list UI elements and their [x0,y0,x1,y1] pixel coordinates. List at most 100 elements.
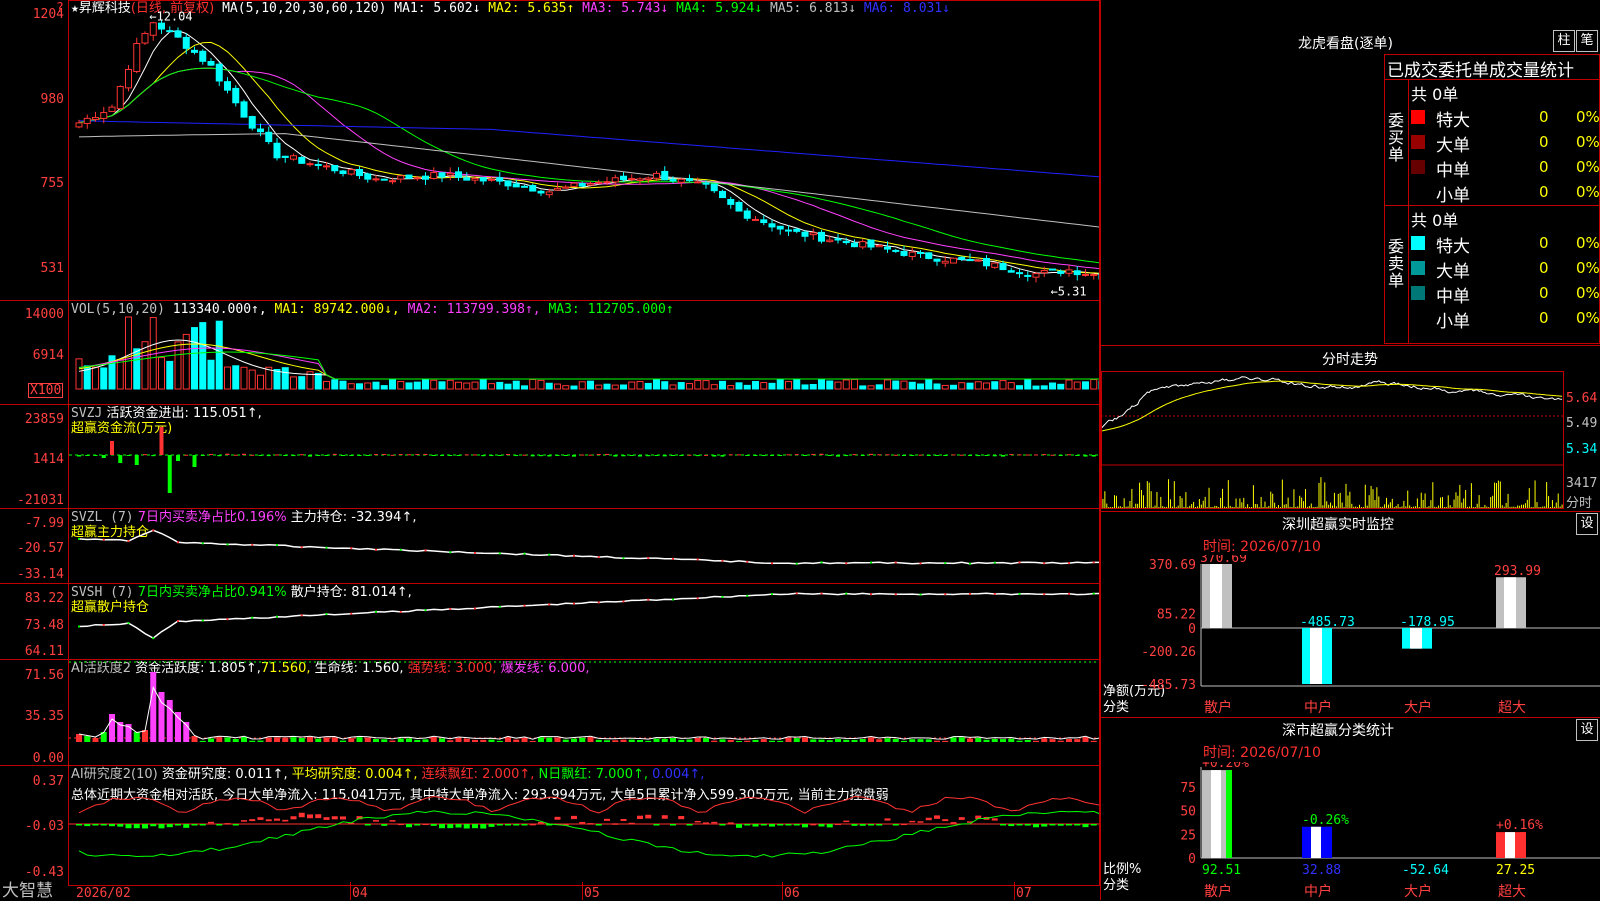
research-bar [513,824,520,826]
ai1-chart[interactable] [69,660,1099,765]
volume-bar [413,381,421,390]
candle-body [446,172,454,176]
research-bar [661,815,668,819]
research-bar [777,824,784,826]
candle-body [545,191,553,196]
bar-mode-button[interactable]: 柱 [1553,30,1575,52]
holding-dot [177,620,179,622]
activity-bar [785,737,792,742]
activity-bar [983,739,990,742]
volume-bar [339,380,347,390]
activity-bar [389,740,396,742]
y-label-ai2: 0.37 [32,774,64,789]
research-bar [340,816,346,820]
holding-dot [597,601,600,604]
sz-monitor-settings-button[interactable]: 设 [1576,513,1598,535]
brand-logo: 大智慧 [2,881,53,901]
flow-bar [704,454,708,456]
candle-body [191,49,198,53]
volume-bar [100,367,108,390]
candle-body [314,163,322,166]
candle-body [331,164,339,172]
y-label-ai2: -0.03 [24,819,64,834]
svzl-chart[interactable] [69,509,1099,583]
activity-bar [241,737,247,742]
flow-bar [935,455,939,456]
research-bar [249,819,256,822]
research-bar [158,824,165,829]
activity-bar [769,740,775,742]
volume-bar [892,380,900,390]
activity-bar [587,737,594,742]
buy-row-count: 0 [1539,183,1549,201]
research-bar [785,824,792,826]
candle-body [1082,273,1089,276]
candle-body [999,262,1007,271]
holding-dot [870,561,872,564]
flow-bar [629,455,634,456]
y-tick-label: -200.26 [1141,645,1196,660]
sz-class-chart[interactable]: 75 50 25 0 +0.20% 92.51 散户 -0.26% 32.88 中户 -52.64 大… [1101,762,1600,900]
flow-bar [291,455,296,457]
flow-bar [431,455,436,456]
class-bar-highlight [1211,770,1221,858]
research-bar [736,824,742,828]
holding-dot [201,619,204,622]
candle-body [991,262,999,268]
research-bar [744,824,751,826]
activity-bar [208,738,214,742]
volume-ma-line [78,347,1099,380]
volume-bar [405,382,413,390]
candle-body [496,177,504,182]
candlestick-chart[interactable]: ←12.04 ←5.31 [69,0,1099,300]
volume-bar [859,385,867,390]
flow-bar [365,455,370,457]
candle-body [347,169,355,175]
candle-body [785,229,792,232]
candle-body [900,251,908,256]
activity-bar [637,739,643,742]
flow-bar [745,455,750,456]
legend-swatch [1411,160,1425,174]
research-bar [166,824,173,828]
holding-dot [276,544,278,547]
lhb-tabs[interactable]: 已成交委托单成交量统计 [1387,56,1574,81]
holding-dot [226,543,229,546]
sz-monitor-chart[interactable]: 370.69 85.220 -200.26 -485.73 370.69 散户 -485.7… [1101,555,1600,715]
volume-bar [438,381,446,390]
svzj-chart[interactable] [69,405,1099,508]
research-bar [703,822,709,824]
candle-body [933,258,941,262]
flow-bar [522,454,527,456]
sz-class-settings-button[interactable]: 设 [1576,719,1598,741]
holding-dot [944,562,947,565]
volume-bar [628,381,636,390]
activity-bar [175,712,181,742]
flow-bar [712,455,717,457]
candle-body [727,198,735,205]
y-label-vol: 14000 [24,307,64,322]
activity-bar [323,737,330,742]
flow-bar [951,454,956,456]
right-sep [1100,717,1600,718]
ma-line [78,120,1099,178]
research-bar [835,823,841,826]
volume-chart[interactable] [69,301,1099,404]
volume-bar [529,379,537,390]
flow-bar [852,454,857,456]
activity-bar [521,737,528,742]
sell-row-label: 特大 [1436,237,1470,257]
y-tick-label: 25 [1180,828,1196,843]
sz-monitor-title: 深圳超赢实时监控 [1282,517,1394,533]
x-tick [782,882,783,900]
activity-bar [315,738,322,742]
activity-bar [414,739,421,742]
tick-mode-button[interactable]: 笔 [1576,30,1598,52]
category-label: 中户 [1304,883,1332,900]
flow-bar [547,455,552,457]
sz-class-time: 时间: 2026/07/10 [1203,745,1321,761]
ai2-chart[interactable] [69,766,1099,882]
flow-bar [101,455,106,458]
svsh-chart[interactable] [69,584,1099,659]
activity-bar [628,739,635,742]
